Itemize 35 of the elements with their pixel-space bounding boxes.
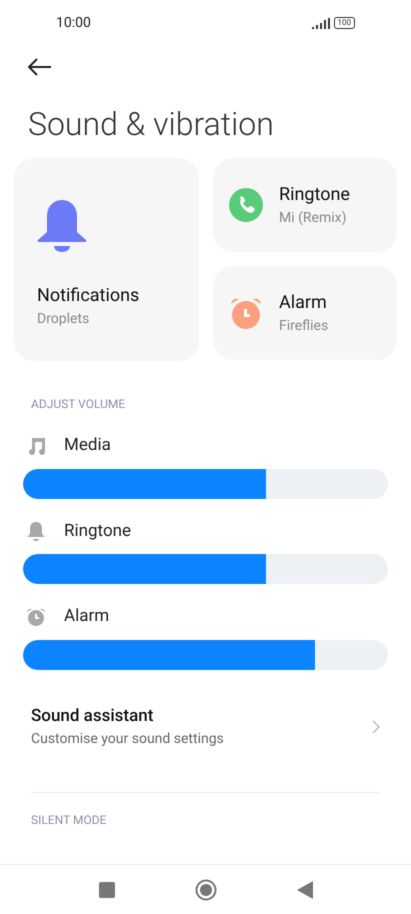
sound-card[interactable]: Ringtone Mi (Remix) [213, 158, 397, 252]
card-subtitle: Droplets [37, 310, 90, 329]
chevron-right-icon [372, 720, 380, 734]
page-title: Sound & vibration [27, 104, 275, 144]
sound-assistant-row[interactable]: Sound assistant Customise your sound settings [0, 704, 411, 750]
phone-icon [229, 188, 263, 222]
volume-label: Ringtone [64, 520, 132, 542]
notifications-card[interactable]: Notifications Droplets [14, 158, 199, 361]
row-subtitle: Customise your sound settings [31, 730, 224, 749]
volume-label: Media [64, 434, 111, 457]
section-header: ADJUST VOLUME [30, 396, 126, 413]
back-icon[interactable] [296, 880, 312, 898]
home-icon[interactable] [194, 878, 216, 900]
card-title: Ringtone [279, 183, 350, 207]
back-arrow-icon[interactable] [28, 58, 52, 76]
volume-slider[interactable] [23, 640, 388, 670]
row-title: Sound assistant [31, 704, 154, 728]
alarm-clock-icon [26, 606, 46, 627]
battery-indicator: 100 [334, 17, 355, 29]
bell-icon [37, 198, 87, 254]
section-header: SILENT MODE [30, 812, 108, 829]
sound-card[interactable]: Alarm Fireflies [213, 266, 397, 360]
recent-apps-icon[interactable] [98, 882, 114, 898]
volume-label: Alarm [64, 605, 110, 628]
card-subtitle: Mi (Remix) [279, 209, 348, 228]
volume-slider[interactable] [23, 554, 388, 584]
card-title: Notifications [37, 284, 140, 308]
music-note-icon [26, 436, 46, 456]
bell-icon [26, 521, 46, 542]
card-title: Alarm [279, 291, 328, 315]
status-time: 10:00 [56, 14, 91, 32]
volume-slider[interactable] [23, 468, 388, 498]
card-subtitle: Fireflies [279, 317, 328, 336]
signal-icon [312, 18, 330, 28]
alarm-clock-icon [229, 296, 263, 330]
